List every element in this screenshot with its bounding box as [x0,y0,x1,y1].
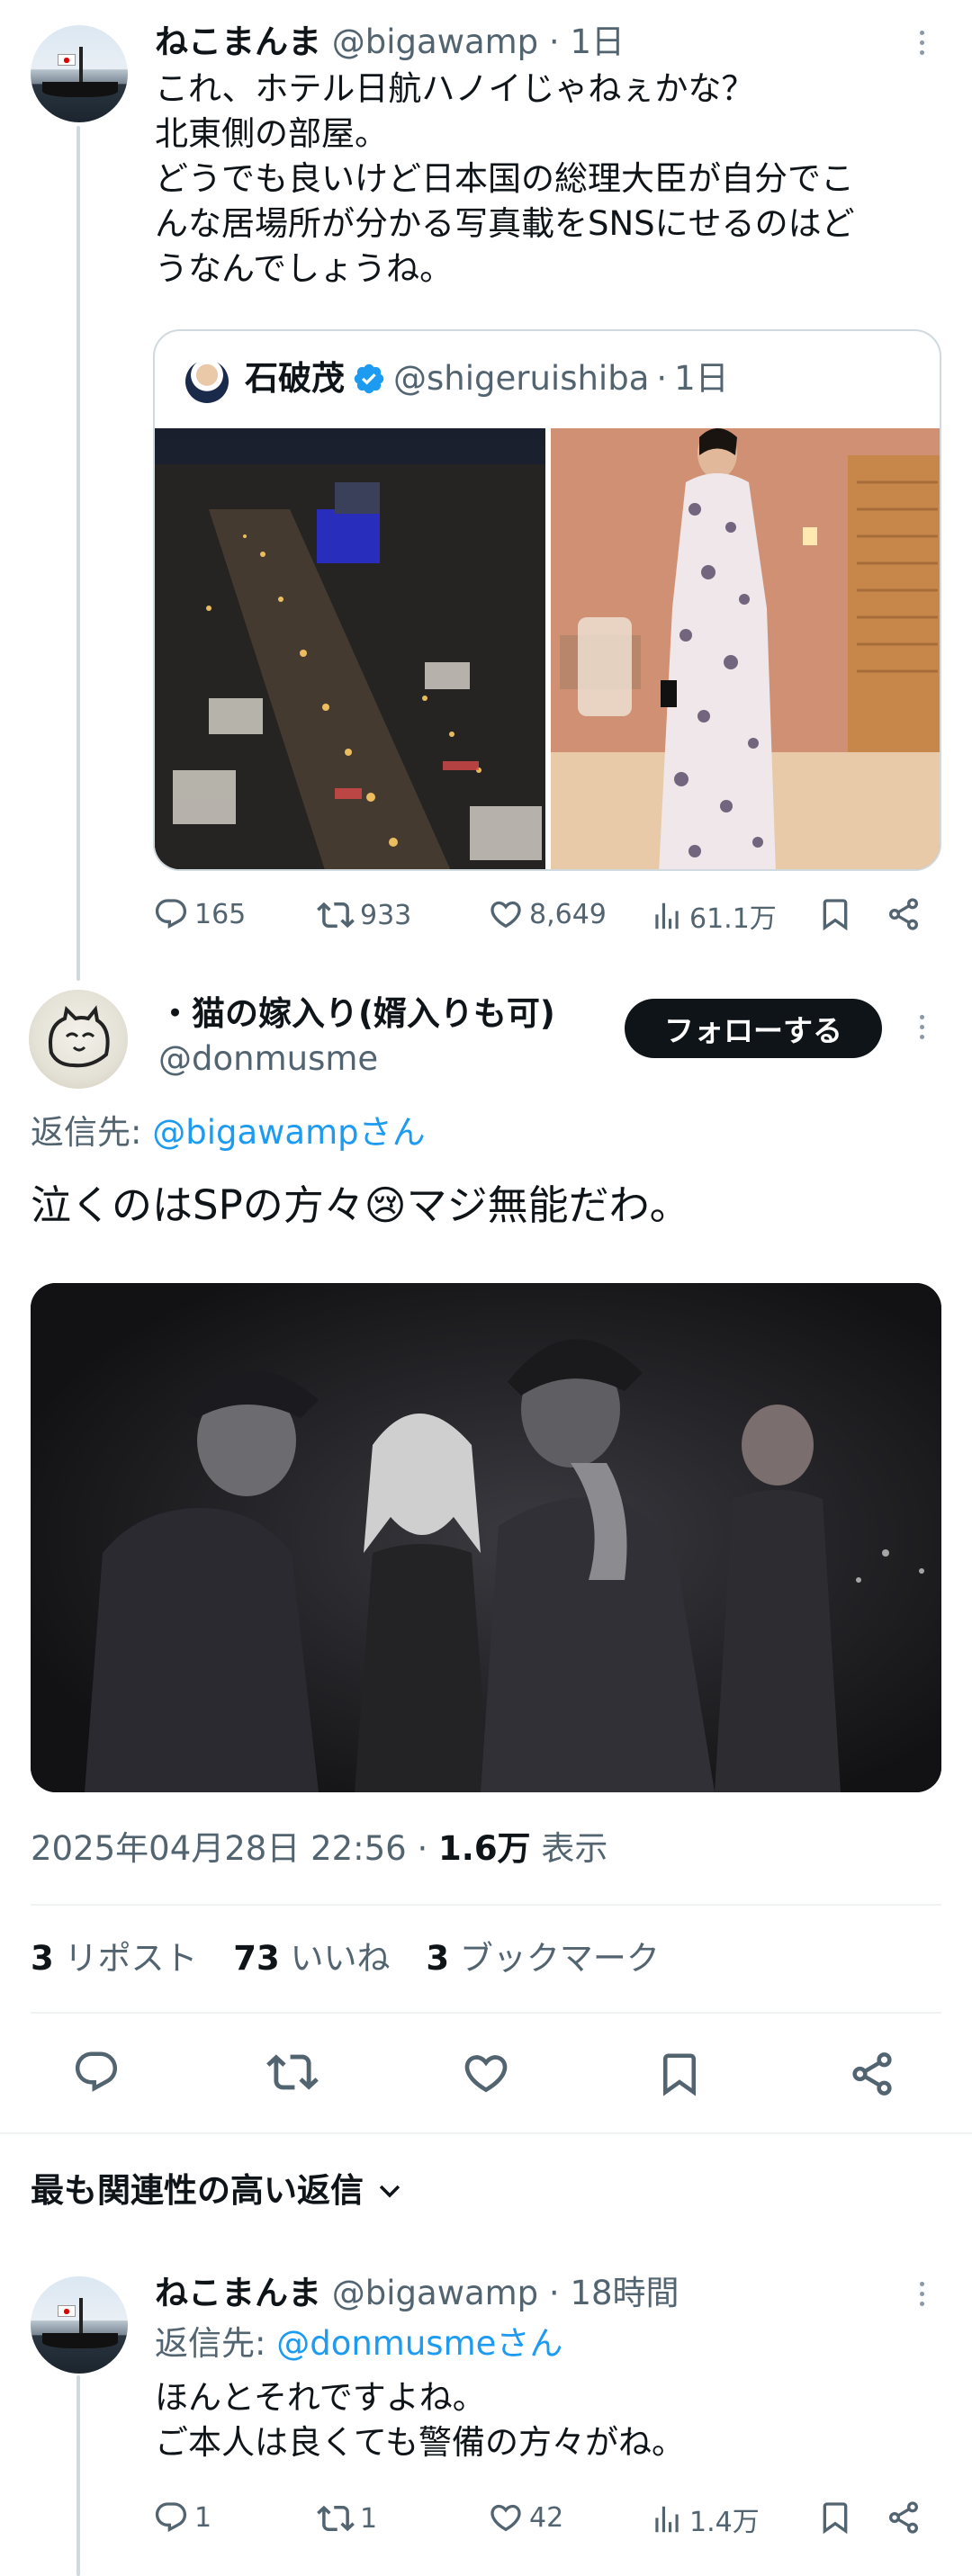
views-icon [650,2502,684,2536]
quote-header: 石破茂 @shigeruishiba · 1日 [245,355,729,402]
reply-button[interactable]: 1 [153,2500,212,2536]
main-handle[interactable]: @donmusme [158,1037,378,1082]
quote-time: 1日 [674,359,729,398]
quote-image-room[interactable] [551,428,940,869]
views-button[interactable]: 61.1万 [650,896,777,936]
repost-button[interactable]: 933 [317,896,411,934]
repost-icon [317,896,355,934]
like-button[interactable]: 8,649 [488,896,607,932]
share-icon[interactable] [886,896,922,932]
repost-icon[interactable] [266,2046,319,2098]
quote-display-name: 石破茂 [245,359,345,398]
like-count-link[interactable]: 73 いいね [233,1939,390,1978]
views-count: 1.6万 [438,1829,531,1868]
reply-icon [153,896,189,932]
repost-count-link[interactable]: 3 リポスト [31,1939,198,1978]
avatar[interactable] [29,990,128,1089]
display-name[interactable]: ねこまんま [155,2274,321,2312]
share-icon[interactable] [848,2050,896,2098]
main-display-name[interactable]: ・猫の嫁入り(婿入りも可) [158,992,555,1037]
main-tweet-text: 泣くのはSPの方々😢マジ無能だわ。 [31,1181,690,1229]
replies-sort-dropdown[interactable]: 最も関連性の高い返信 [31,2168,405,2213]
replying-to: 返信先: @bigawampさん [31,1113,426,1152]
repost-button[interactable]: 1 [317,2500,377,2537]
quote-tweet-card[interactable]: 石破茂 @shigeruishiba · 1日 [153,329,941,871]
follow-button[interactable]: フォローする [625,999,882,1058]
bookmark-icon[interactable] [817,2500,853,2536]
display-name[interactable]: ねこまんま [155,22,321,61]
bookmark-icon[interactable] [817,896,853,932]
like-button[interactable]: 42 [488,2500,563,2536]
handle[interactable]: @bigawamp [332,22,538,61]
reply-button[interactable]: 165 [153,896,246,932]
views-button[interactable]: 1.4万 [650,2500,760,2539]
repost-icon [317,2500,355,2537]
engagement-counts: 3 リポスト 73 いいね 3 ブックマーク [31,1936,660,1981]
share-icon[interactable] [886,2500,922,2536]
reply-icon[interactable] [72,2048,121,2096]
quote-handle: @shigeruishiba [393,359,650,398]
reply-to-link[interactable]: @bigawampさん [152,1113,425,1152]
like-icon [488,2500,524,2536]
reply-header: ねこまんま @bigawamp · 18時間 [155,2274,680,2312]
more-icon[interactable] [920,2282,927,2311]
thread-line [76,2375,80,2576]
tweet-meta: 2025年04月28日 22:56 · 1.6万 表示 [31,1829,608,1868]
section-divider [0,2132,972,2134]
bookmark-count-link[interactable]: 3 ブックマーク [426,1939,660,1978]
quote-avatar [185,360,229,403]
bookmark-icon[interactable] [655,2050,704,2098]
tweet-header: ねこまんま @bigawamp · 1日 [155,22,625,61]
chevron-down-icon [374,2176,405,2206]
tweet-text: これ、ホテル日航ハノイじゃねぇかな？ 北東側の部屋。 どうでも良いけど日本国の総… [155,69,855,288]
divider [31,1904,941,1906]
more-icon[interactable] [920,1015,927,1045]
reply-replying-to: 返信先: @donmusmeさん [155,2324,563,2363]
views-icon [650,899,684,933]
quote-image-city[interactable] [155,428,545,869]
verified-icon [352,362,386,396]
avatar[interactable] [31,2276,128,2374]
avatar[interactable] [31,25,128,122]
timestamp[interactable]: 1日 [570,22,625,61]
reply-text: ほんとそれですよね。 ご本人は良くても警備の方々がね。 [155,2378,686,2462]
crying-emoji: 😢 [364,1181,407,1229]
timestamp[interactable]: 18時間 [570,2274,679,2312]
divider [31,2012,941,2014]
reply-to-link[interactable]: @donmusmeさん [276,2324,562,2363]
reply-icon [153,2500,189,2536]
tweet-timestamp[interactable]: 2025年04月28日 22:56 [31,1829,407,1868]
like-icon[interactable] [461,2048,511,2098]
like-icon [488,896,524,932]
handle[interactable]: @bigawamp [332,2274,538,2312]
more-icon[interactable] [920,31,927,60]
main-image[interactable] [31,1283,941,1792]
thread-line [76,126,80,981]
